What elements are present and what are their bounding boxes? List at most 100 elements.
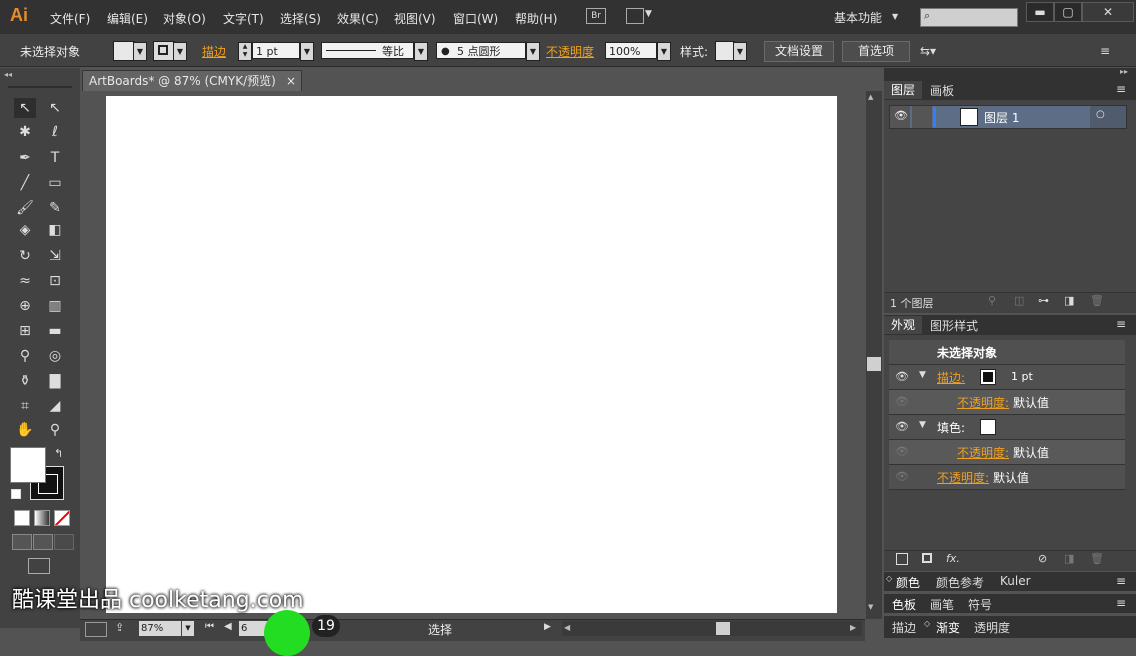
tab-transparency[interactable]: 透明度 <box>974 619 1010 636</box>
appearance-stroke-opacity-row[interactable]: 👁 不透明度: 默认值 <box>889 390 1125 415</box>
panel-menu-icon[interactable]: ≡ <box>1100 44 1110 58</box>
tab-artboards[interactable]: 画板 <box>930 82 954 99</box>
appearance-stroke-value[interactable]: 1 pt <box>1011 370 1033 383</box>
free-transform-tool-icon[interactable]: ⊡ <box>44 271 66 291</box>
vertical-scrollbar[interactable]: ▲ ▼ <box>866 91 882 619</box>
tab-stroke[interactable]: 描边 <box>892 619 916 636</box>
clear-appearance-icon[interactable]: ⊘ <box>1038 552 1047 565</box>
appearance-stroke-label[interactable]: 描边: <box>937 369 965 386</box>
tab-layers[interactable]: 图层 <box>884 81 922 99</box>
panel-menu-icon[interactable]: ≡ <box>1116 317 1126 331</box>
delete-item-icon[interactable]: 🗑 <box>1090 552 1104 565</box>
maximize-button[interactable]: ▢ <box>1054 2 1082 22</box>
locate-object-icon[interactable]: ⚲ <box>988 294 996 307</box>
slice-tool-icon[interactable]: ◢ <box>44 396 66 416</box>
stroke-dropdown[interactable]: ▼ <box>173 42 187 61</box>
artboard[interactable] <box>106 96 837 613</box>
appearance-fill-swatch[interactable] <box>980 419 996 435</box>
delete-layer-icon[interactable]: 🗑 <box>1090 294 1104 307</box>
stroke-stepper[interactable]: ▲ ▼ <box>238 42 252 61</box>
new-layer-icon[interactable]: ◨ <box>1064 294 1074 307</box>
shape-builder-tool-icon[interactable]: ⊕ <box>14 296 36 316</box>
document-setup-button[interactable]: 文档设置 <box>764 41 834 62</box>
zoom-dropdown[interactable]: ▼ <box>182 621 194 636</box>
eraser-tool-icon[interactable]: ◧ <box>44 220 66 240</box>
tab-brushes[interactable]: 画笔 <box>930 596 954 613</box>
gradient-tool-icon[interactable]: ▬ <box>44 321 66 341</box>
fx-icon[interactable]: fx. <box>946 552 960 565</box>
color-mode-icon[interactable] <box>14 510 30 526</box>
stroke-swatch[interactable] <box>153 41 175 61</box>
menu-view[interactable]: 视图(V) <box>394 10 436 27</box>
horizontal-scrollbar[interactable]: ◀ ▶ <box>562 621 862 636</box>
default-colors-icon[interactable] <box>11 489 21 499</box>
layer-name[interactable]: 图层 1 <box>984 109 1019 126</box>
direct-selection-tool-icon[interactable]: ↖ <box>44 98 66 118</box>
fill-swatch[interactable] <box>113 41 135 61</box>
brush-definition[interactable]: ● 5 点圆形 <box>436 42 526 59</box>
rotate-tool-icon[interactable]: ↻ <box>14 246 36 266</box>
variable-width-profile[interactable]: 等比 <box>321 42 414 59</box>
new-sublayer-icon[interactable]: ⊶ <box>1038 294 1049 307</box>
add-fill-icon[interactable] <box>922 553 932 563</box>
tab-symbols[interactable]: 符号 <box>968 596 992 613</box>
stroke-label[interactable]: 描边 <box>202 43 226 60</box>
layer-row[interactable]: 👁 图层 1 ○ <box>889 105 1127 129</box>
preferences-button[interactable]: 首选项 <box>842 41 910 62</box>
line-tool-icon[interactable]: ╱ <box>14 173 36 193</box>
tab-color-guide[interactable]: 颜色参考 <box>936 574 984 591</box>
scroll-right-icon[interactable]: ▶ <box>850 623 856 632</box>
blend-tool-icon[interactable]: ◎ <box>44 346 66 366</box>
share-icon[interactable]: ⇪ <box>115 621 124 634</box>
opacity-input[interactable]: 100% <box>605 42 657 59</box>
opacity-label[interactable]: 不透明度 <box>546 43 594 60</box>
menu-object[interactable]: 对象(O) <box>163 10 206 27</box>
expand-triangle-icon[interactable]: ▼ <box>919 420 926 430</box>
gradient-mode-icon[interactable] <box>34 510 50 526</box>
pencil-tool-icon[interactable]: ✎ <box>44 198 66 218</box>
appearance-fill-opacity-row[interactable]: 👁 不透明度: 默认值 <box>889 440 1125 465</box>
scroll-up-icon[interactable]: ▲ <box>868 93 873 101</box>
visibility-toggle[interactable]: 👁 <box>890 106 910 128</box>
menu-window[interactable]: 窗口(W) <box>453 10 498 27</box>
eye-icon[interactable]: 👁 <box>895 395 909 408</box>
expand-triangle-icon[interactable]: ▼ <box>919 370 926 380</box>
isolate-icon[interactable]: ⇆▾ <box>920 44 936 58</box>
arrange-docs-icon[interactable] <box>626 8 644 24</box>
appearance-stroke-swatch[interactable] <box>980 369 996 385</box>
stroke-weight-input[interactable]: 1 pt <box>252 42 300 59</box>
selection-tool-icon[interactable]: ↖ <box>14 98 36 118</box>
menu-edit[interactable]: 编辑(E) <box>107 10 148 27</box>
draw-behind-icon[interactable] <box>33 534 53 550</box>
h-scroll-thumb[interactable] <box>716 622 730 635</box>
menu-file[interactable]: 文件(F) <box>50 10 90 27</box>
menu-type[interactable]: 文字(T) <box>223 10 264 27</box>
fill-color-box[interactable] <box>10 447 46 483</box>
lock-toggle[interactable] <box>912 106 932 128</box>
artboard-tool-icon[interactable]: ⌗ <box>14 396 36 416</box>
prev-artboard-icon[interactable]: ◀ <box>224 621 232 632</box>
scroll-thumb[interactable] <box>867 357 881 371</box>
type-tool-icon[interactable]: T <box>44 148 66 168</box>
object-opacity-label[interactable]: 不透明度: <box>937 469 989 486</box>
tab-gradient[interactable]: 渐变 <box>936 619 960 636</box>
swap-colors-icon[interactable]: ↰ <box>54 447 63 460</box>
search-input[interactable]: ⌕ <box>920 8 1018 27</box>
appearance-stroke-row[interactable]: 👁 ▼ 描边: 1 pt <box>889 365 1125 390</box>
close-window-button[interactable]: ✕ <box>1082 2 1134 22</box>
eyedropper-tool-icon[interactable]: ⚲ <box>14 346 36 366</box>
brush-dropdown[interactable]: ▼ <box>526 42 540 61</box>
none-mode-icon[interactable] <box>54 510 70 526</box>
magic-wand-tool-icon[interactable]: ✱ <box>14 122 36 142</box>
mesh-tool-icon[interactable]: ⊞ <box>14 321 36 341</box>
tab-color[interactable]: 颜色 <box>896 574 920 591</box>
rectangle-tool-icon[interactable]: ▭ <box>44 173 66 193</box>
profile-dropdown[interactable]: ▼ <box>414 42 428 61</box>
panel-menu-icon[interactable]: ≡ <box>1116 82 1126 96</box>
target-area[interactable]: ○ <box>1090 106 1126 128</box>
style-dropdown[interactable]: ▼ <box>733 42 747 61</box>
expand-dock-icon[interactable]: ▸▸ <box>1120 67 1128 76</box>
bridge-button[interactable]: Br <box>586 8 606 24</box>
menu-select[interactable]: 选择(S) <box>280 10 321 27</box>
lasso-tool-icon[interactable]: ℓ <box>44 122 66 142</box>
